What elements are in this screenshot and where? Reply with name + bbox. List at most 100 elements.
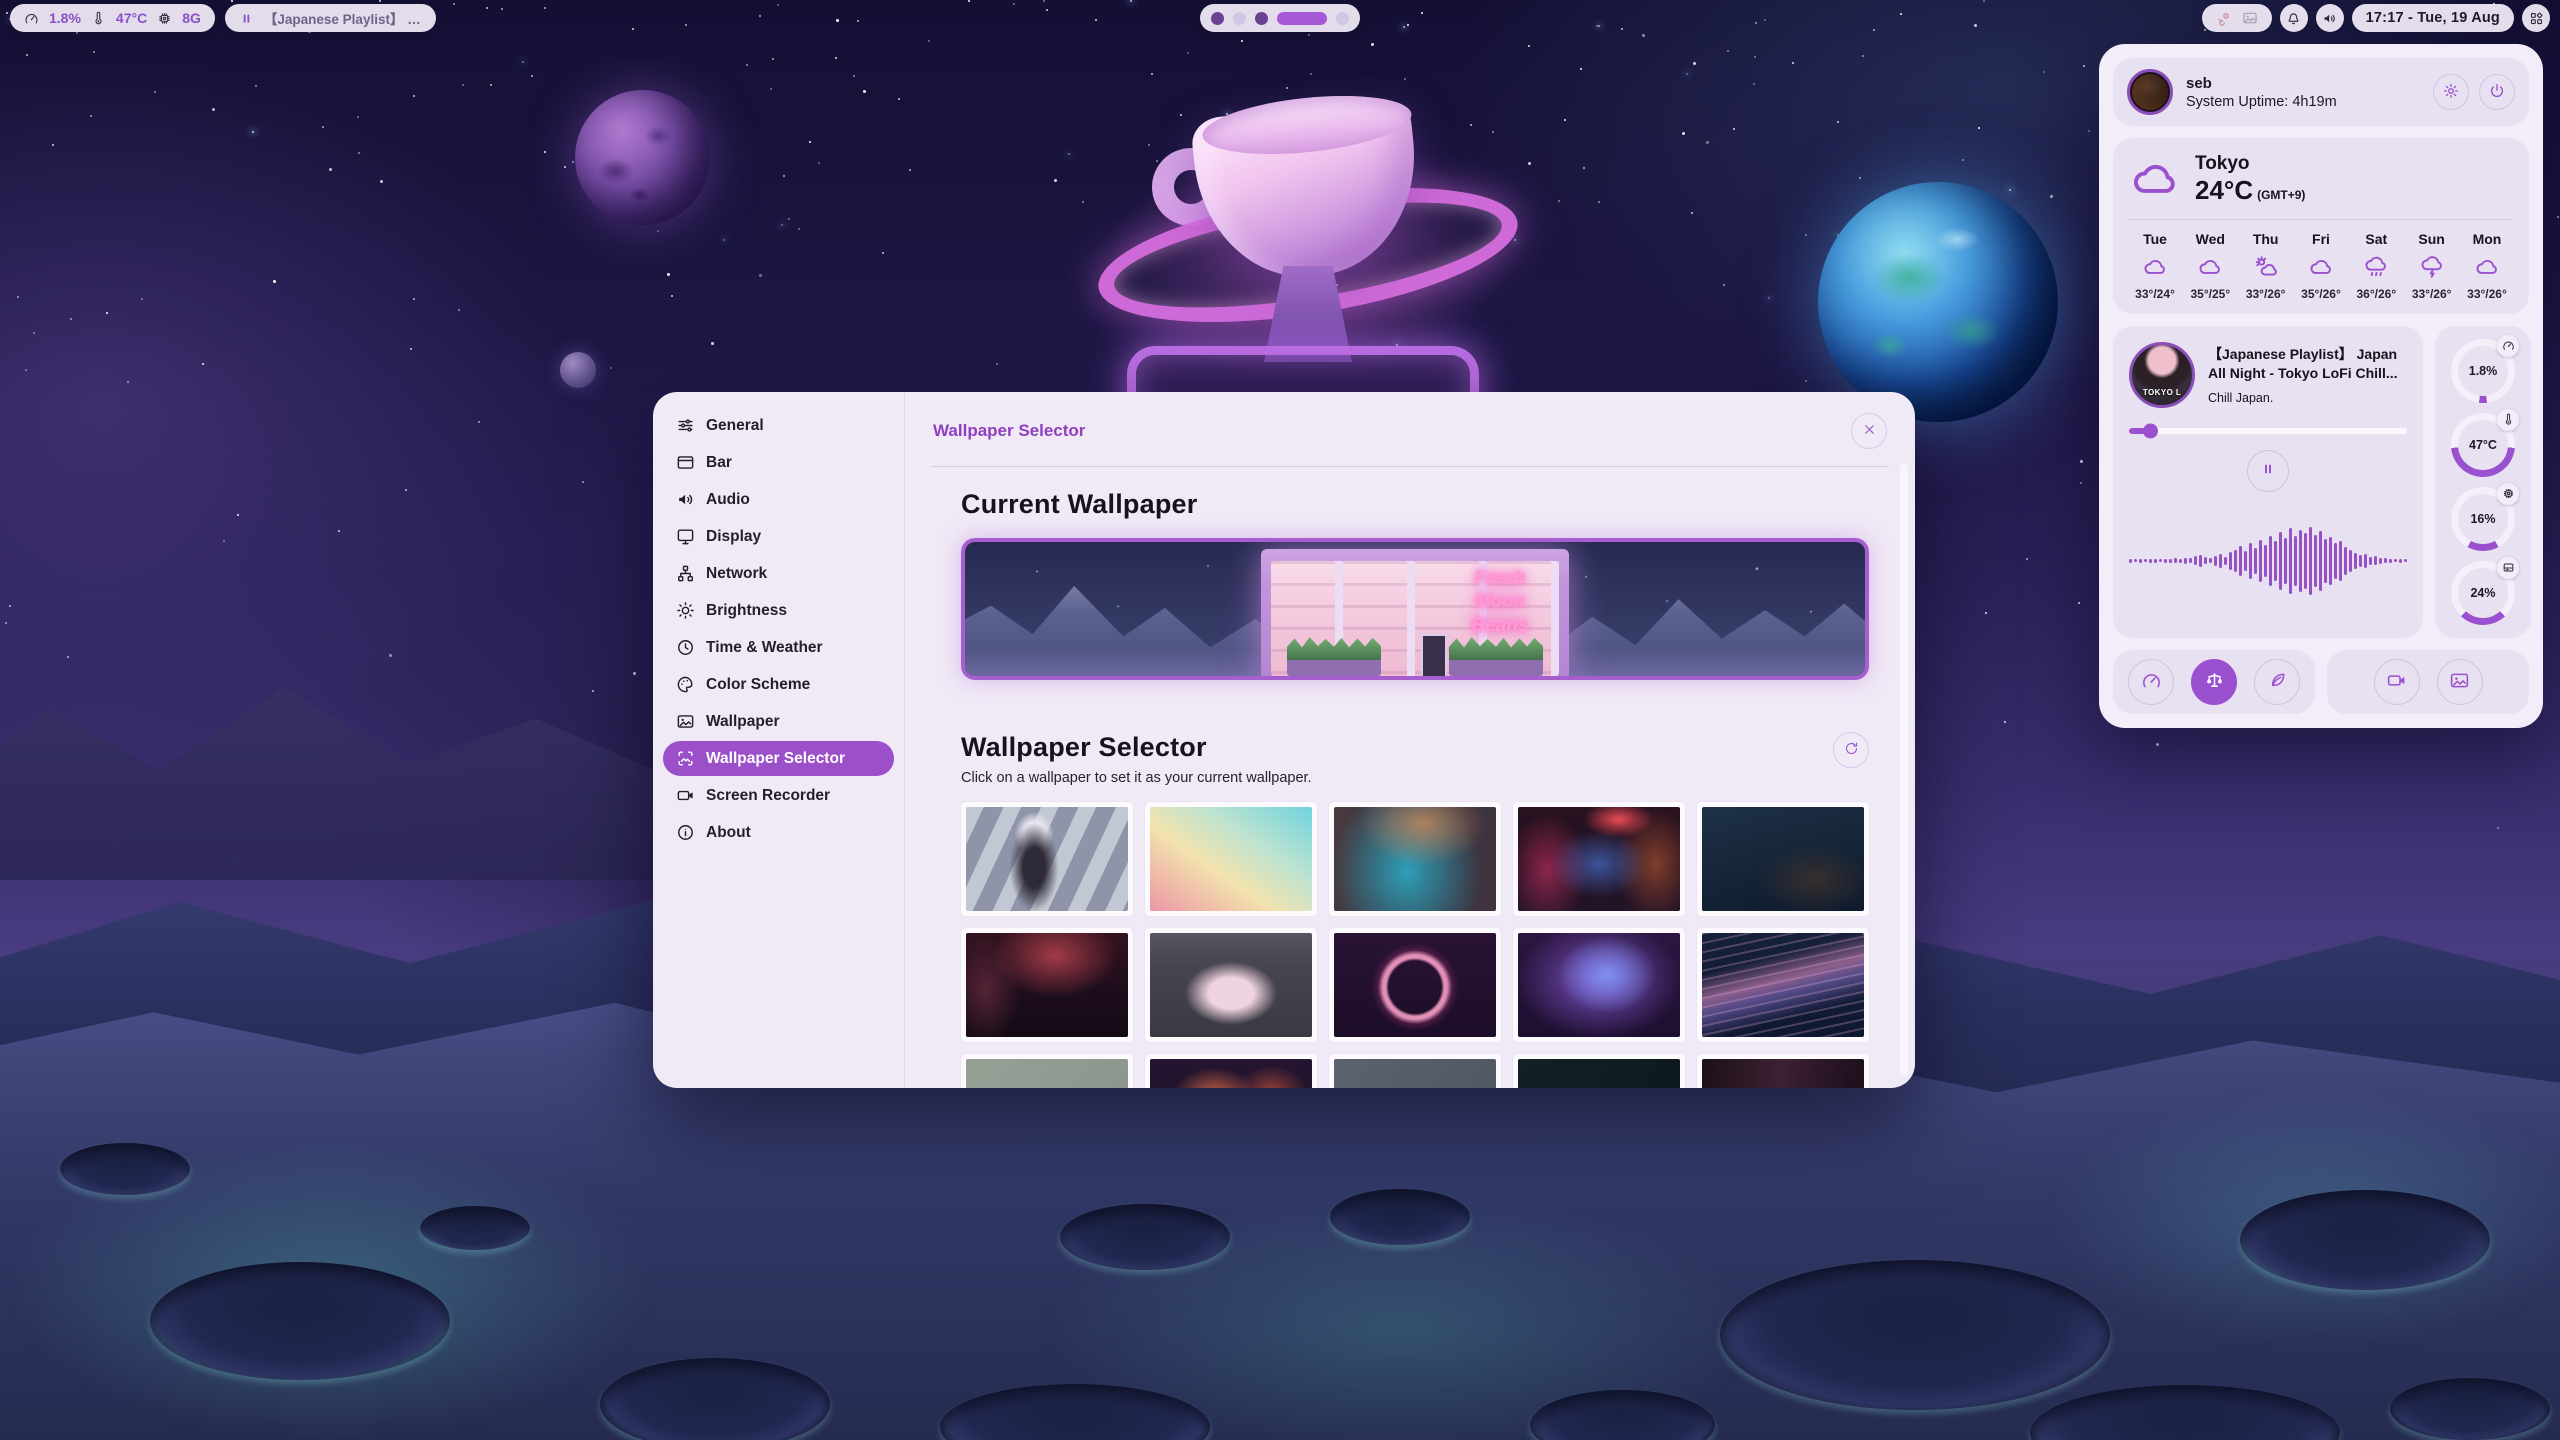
sidebar-item[interactable]: Wallpaper Selector [663,741,894,776]
forecast-day: Fri 35°/26° [2295,231,2347,301]
workspace-dot[interactable] [1211,12,1224,25]
system-tray-pill[interactable] [2202,4,2272,32]
wallpaper-thumbnail[interactable] [1697,928,1869,1042]
screenshot-tray-icon[interactable] [2242,10,2258,26]
weather-card: Tokyo 24°C(GMT+9) Tue 33°/24° Wed 35°/25… [2113,138,2529,314]
forecast-weather-icon [2253,254,2279,280]
power-profile-button[interactable] [2254,659,2300,705]
power-profile-icon [2204,670,2225,694]
sidebar-item-icon [676,527,695,546]
sidebar-item-label: Audio [706,491,750,509]
wallpaper-thumbnail[interactable] [1145,1054,1317,1088]
capture-tool-button[interactable] [2437,659,2483,705]
wallpaper-thumbnail[interactable] [1513,802,1685,916]
metric-value: 47°C [2469,438,2497,452]
album-art[interactable]: TOKYO L [2129,342,2195,408]
sidebar-item[interactable]: Brightness [663,593,894,628]
forecast-weather-icon [2363,254,2389,280]
refresh-icon [1844,741,1859,759]
forecast-day: Sun 33°/26° [2406,231,2458,301]
seek-slider[interactable] [2129,428,2407,434]
wallpaper-thumbnail[interactable] [1513,928,1685,1042]
forecast-weather-icon [2474,254,2500,280]
metric-icon [2497,335,2519,357]
clock-pill[interactable]: 17:17 - Tue, 19 Aug [2352,4,2514,32]
sidebar-item[interactable]: Color Scheme [663,667,894,702]
settings-sidebar: General Bar Audio Display Network [653,392,905,1088]
sidebar-item-icon [676,749,695,768]
notifications-button[interactable] [2280,4,2308,32]
capture-tool-button[interactable] [2374,659,2420,705]
close-button[interactable] [1851,413,1887,449]
workspace-dot[interactable] [1277,12,1327,25]
current-wallpaper-preview: Fresh Moon Beans [961,538,1869,680]
forecast-temps: 35°/25° [2191,287,2231,301]
apps-grid-icon [2529,11,2544,26]
metric-value: 1.8% [2469,364,2498,378]
capture-tools-card [2327,650,2529,714]
sidebar-item[interactable]: Audio [663,482,894,517]
capture-tool-icon [2449,670,2470,694]
sidebar-item[interactable]: Time & Weather [663,630,894,665]
blue-planet [1818,182,2058,422]
wallpaper-thumbnail[interactable] [1145,802,1317,916]
seek-slider-thumb[interactable] [2143,423,2158,438]
wallpaper-thumbnail[interactable] [961,1054,1133,1088]
scrollbar[interactable] [1900,464,1908,1076]
wallpaper-thumbnail[interactable] [961,928,1133,1042]
sidebar-item[interactable]: About [663,815,894,850]
preview-coffee-shop: Fresh Moon Beans [1261,549,1569,676]
workspace-dot[interactable] [1336,12,1349,25]
wallpaper-thumbnail[interactable] [1145,928,1317,1042]
volume-button[interactable] [2316,4,2344,32]
power-profile-button[interactable] [2191,659,2237,705]
forecast-temps: 33°/26° [2246,287,2286,301]
user-card: seb System Uptime: 4h19m [2113,58,2529,126]
track-title: 【Japanese Playlist】 Japan All Night - To… [2208,345,2407,384]
metric-icon [2497,409,2519,431]
cpu-temp: 47°C [116,10,147,26]
sidebar-item-label: Display [706,528,761,546]
metric-icon [2497,483,2519,505]
dashboard-button[interactable] [2522,4,2550,32]
forecast-weather-icon [2419,254,2445,280]
forecast-day-label: Wed [2196,231,2225,247]
power-profile-button[interactable] [2128,659,2174,705]
settings-button[interactable] [2433,74,2469,110]
sidebar-item[interactable]: Network [663,556,894,591]
wallpaper-thumbnail[interactable] [1513,1054,1685,1088]
workspace-dot[interactable] [1233,12,1246,25]
wallpaper-thumbnail[interactable] [1329,1054,1501,1088]
sidebar-item[interactable]: Bar [663,445,894,480]
weather-city: Tokyo [2195,153,2305,175]
metric-value: 24% [2470,586,2495,600]
sidebar-item-icon [676,416,695,435]
top-bar: 1.8% 47°C 8G 【Japanese Playlist】 J... [0,0,2560,36]
steam-tray-icon[interactable] [2216,10,2232,26]
sidebar-item[interactable]: General [663,408,894,443]
sidebar-item-icon [676,675,695,694]
wallpaper-thumbnail[interactable] [1329,802,1501,916]
power-profile-icon [2141,670,2162,694]
forecast-day: Sat 36°/26° [2350,231,2402,301]
avatar[interactable] [2127,69,2173,115]
preview-neon-text: Fresh Moon Beans [1451,567,1549,638]
power-button[interactable] [2479,74,2515,110]
refresh-button[interactable] [1833,732,1869,768]
speaker-icon [2322,11,2337,26]
wallpaper-thumbnail[interactable] [1697,802,1869,916]
sidebar-item-label: Wallpaper Selector [706,750,845,768]
window-header: Wallpaper Selector [931,392,1889,467]
wallpaper-thumbnail[interactable] [1697,1054,1869,1088]
sidebar-item[interactable]: Screen Recorder [663,778,894,813]
system-stats-pill[interactable]: 1.8% 47°C 8G [10,4,215,32]
play-pause-button[interactable] [2247,450,2289,492]
sidebar-item-label: Network [706,565,767,583]
sidebar-item[interactable]: Display [663,519,894,554]
workspace-dot[interactable] [1255,12,1268,25]
wallpaper-selector-heading: Wallpaper Selector [961,732,1312,763]
wallpaper-thumbnail[interactable] [1329,928,1501,1042]
wallpaper-thumbnail[interactable] [961,802,1133,916]
sidebar-item[interactable]: Wallpaper [663,704,894,739]
media-pill[interactable]: 【Japanese Playlist】 J... [225,4,436,32]
